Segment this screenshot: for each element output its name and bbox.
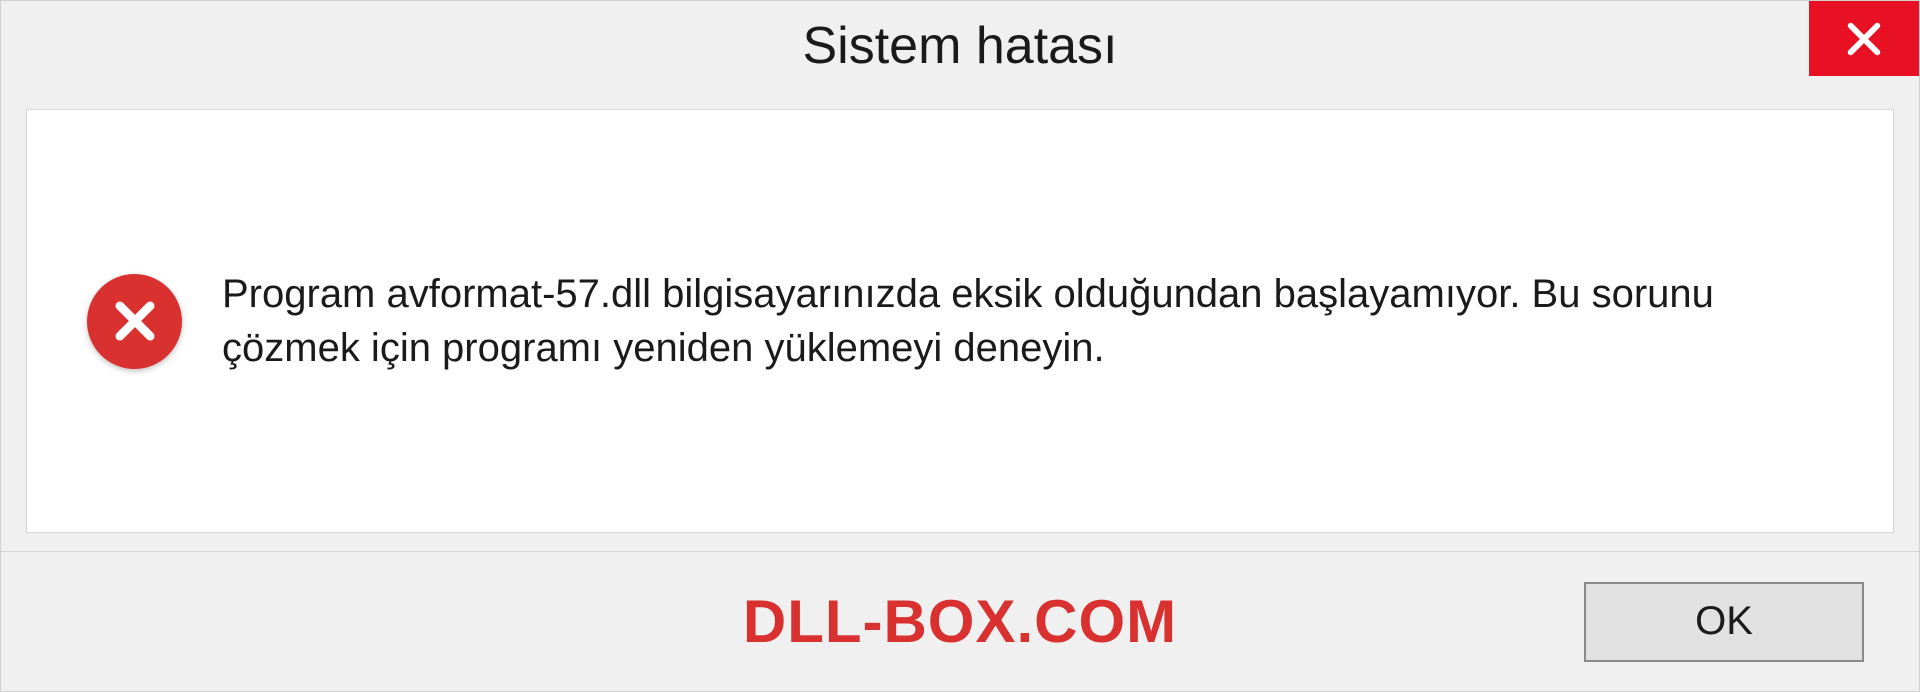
close-button[interactable]: [1809, 1, 1919, 76]
error-icon: [87, 274, 182, 369]
ok-button[interactable]: OK: [1584, 582, 1864, 662]
close-icon: [1844, 19, 1884, 59]
error-icon-wrap: [87, 274, 182, 369]
titlebar: Sistem hatası: [1, 1, 1919, 91]
watermark-text: DLL-BOX.COM: [743, 587, 1177, 656]
system-error-dialog: Sistem hatası Program avformat-57.dll bi…: [0, 0, 1920, 692]
dialog-title: Sistem hatası: [802, 16, 1117, 76]
dialog-footer: DLL-BOX.COM OK: [1, 551, 1919, 691]
ok-button-label: OK: [1695, 599, 1753, 644]
error-message: Program avformat-57.dll bilgisayarınızda…: [222, 267, 1833, 375]
content-area: Program avformat-57.dll bilgisayarınızda…: [26, 109, 1894, 533]
